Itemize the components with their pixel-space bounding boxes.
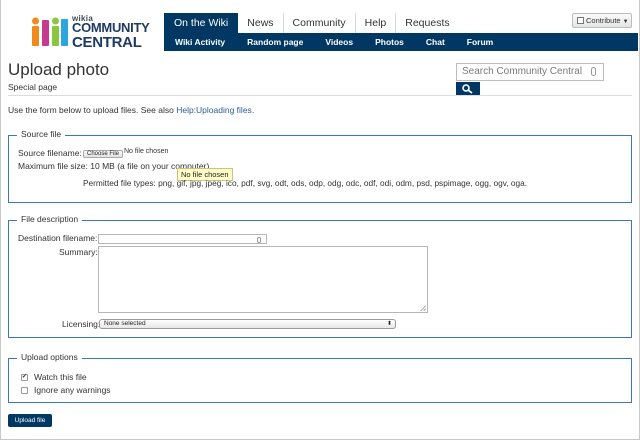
choose-file-button[interactable]: Choose File	[83, 150, 124, 158]
destination-filename-input[interactable]	[98, 234, 267, 244]
intro-suffix: .	[251, 105, 255, 115]
search-button[interactable]	[456, 82, 480, 96]
chevron-down-icon: ▼	[622, 19, 629, 25]
subnav-chat[interactable]: Chat	[415, 33, 456, 51]
summary-textarea[interactable]	[98, 246, 428, 313]
resize-handle-icon[interactable]	[420, 305, 426, 311]
page-title: Upload photo	[8, 60, 110, 79]
summary-label: Summary:	[59, 247, 98, 257]
watch-file-label: Watch this file	[34, 372, 87, 382]
permitted-file-types: Permitted file types: png, gif, jpg, jpe…	[83, 178, 527, 188]
logo-line2: CENTRAL	[72, 34, 142, 51]
page-subtitle: Special page	[8, 82, 58, 92]
upload-options-legend: Upload options	[17, 352, 82, 362]
tab-on-the-wiki[interactable]: On the Wiki	[164, 13, 239, 33]
logo-line1: COMMUNITY	[72, 20, 150, 35]
contribute-button[interactable]: Contribute ▼	[572, 13, 632, 28]
subnav-videos[interactable]: Videos	[314, 33, 364, 51]
upload-options-fieldset: Upload options	[8, 352, 632, 403]
source-file-legend: Source file	[17, 129, 66, 139]
licensing-label: Licensing:	[62, 319, 101, 329]
destination-filename-label: Destination filename:	[18, 233, 98, 243]
microphone-icon[interactable]	[591, 67, 596, 76]
ignore-warnings-checkbox[interactable]	[21, 387, 28, 394]
search-placeholder: Search Community Central	[462, 66, 583, 77]
licensing-select[interactable]: None selected ⬍	[99, 319, 396, 329]
tab-news[interactable]: News	[238, 13, 282, 33]
tab-help[interactable]: Help	[354, 13, 396, 33]
subnav-photos[interactable]: Photos	[364, 33, 415, 51]
upload-file-button[interactable]: Upload file	[8, 414, 52, 427]
subnav-wiki-activity[interactable]: Wiki Activity	[164, 33, 236, 51]
search-input[interactable]: Search Community Central	[456, 63, 604, 81]
tab-community[interactable]: Community	[282, 13, 355, 33]
sub-nav: Wiki Activity Random page Videos Photos …	[164, 33, 638, 51]
subnav-forum[interactable]: Forum	[456, 33, 504, 51]
checkmark-icon: ✔	[22, 374, 28, 380]
subnav-random-page[interactable]: Random page	[236, 33, 314, 51]
ignore-warnings-label: Ignore any warnings	[34, 385, 111, 395]
search-icon	[462, 84, 473, 94]
source-filename-label: Source filename:	[18, 148, 82, 158]
tab-requests[interactable]: Requests	[395, 13, 458, 33]
community-logo-icon	[32, 17, 68, 46]
no-file-chosen-text: No file chosen	[124, 148, 169, 155]
site-logo[interactable]: wikia COMMUNITY CENTRAL	[32, 12, 150, 52]
intro-text: Use the form below to upload files. See …	[8, 105, 254, 115]
file-description-legend: File description	[17, 214, 83, 224]
top-nav: On the Wiki News Community Help Requests	[164, 13, 459, 33]
title-divider	[8, 95, 632, 96]
help-uploading-link[interactable]: Help:Uploading files	[176, 105, 252, 115]
licensing-selected-value: None selected	[104, 320, 146, 327]
watch-file-checkbox[interactable]: ✔	[21, 374, 28, 381]
intro-text-main: Use the form below to upload files. See …	[8, 105, 177, 115]
pencil-icon	[577, 17, 584, 24]
microphone-icon[interactable]	[257, 237, 261, 243]
select-arrows-icon: ⬍	[386, 321, 392, 327]
contribute-label: Contribute	[586, 16, 621, 25]
